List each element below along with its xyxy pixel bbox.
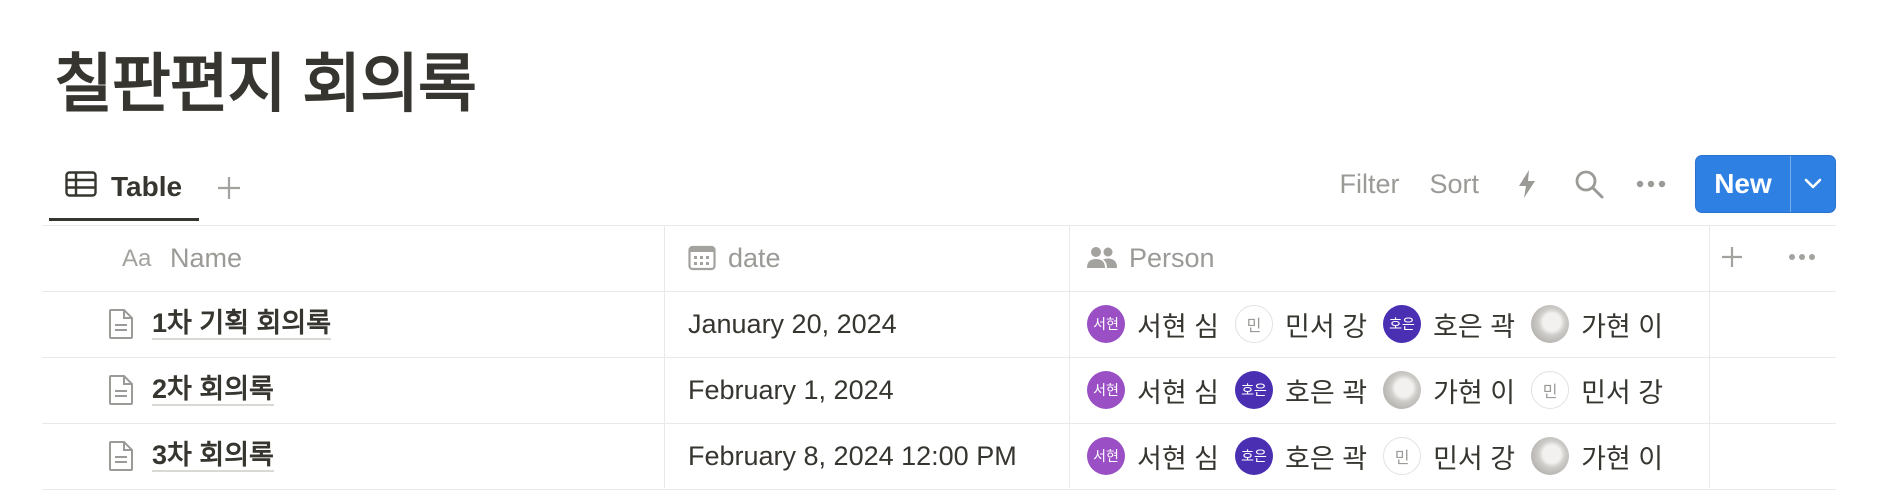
date-cell: January 20, 2024 [688,308,897,339]
person-cell[interactable]: 서현 서현 심 호은 호은 곽 민 민서 강 가현 이 [1069,423,1709,489]
person-chip: 민 민서 강 [1383,437,1515,476]
more-options-icon [1789,254,1815,260]
avatar-photo [1383,371,1422,409]
person-chip: 호은 호은 곽 [1235,371,1367,410]
column-header-name[interactable]: Aa Name [42,225,664,291]
avatar-photo [1531,305,1570,343]
person-chip: 가현 이 [1531,437,1663,476]
person-chip: 서현 서현 심 [1087,437,1219,476]
person-cell[interactable]: 서현 서현 심 호은 호은 곽 가현 이 민 민서 강 [1069,357,1709,423]
avatar: 민 [1531,371,1570,409]
table-row[interactable]: 2차 회의록 February 1, 2024 서현 서현 심 호은 호은 곽 가현… [42,357,1836,423]
plus-icon [218,177,240,199]
text-type-icon: Aa [122,246,158,270]
person-chip: 민 민서 강 [1235,305,1367,344]
name-cell: 2차 회의록 [42,357,664,423]
calendar-icon [688,245,716,271]
person-chip: 가현 이 [1383,371,1515,410]
person-chip: 민 민서 강 [1531,371,1663,410]
avatar: 호은 [1235,437,1274,475]
tab-table-label: Table [111,170,183,202]
page-link[interactable]: 2차 회의록 [152,374,274,406]
avatar: 호은 [1383,305,1422,343]
avatar: 서현 [1087,371,1125,409]
chevron-down-icon [1804,178,1822,189]
avatar: 호은 [1235,371,1274,409]
svg-text:Aa: Aa [122,246,152,270]
table-icon [65,171,97,202]
avatar-photo [1531,437,1570,475]
table-header-row: Aa Name date Person [42,225,1836,291]
person-chip: 호은 호은 곽 [1383,305,1515,344]
people-icon [1087,246,1117,270]
column-header-date[interactable]: date [664,225,1069,291]
page-document-icon [108,440,134,472]
column-header-person[interactable]: Person [1069,225,1709,291]
view-tools: Filter Sort New [1339,155,1836,213]
avatar: 서현 [1087,437,1125,475]
page-document-icon [108,374,134,406]
filter-button[interactable]: Filter [1339,169,1399,200]
date-cell: February 1, 2024 [688,374,894,405]
new-button[interactable]: New [1696,156,1790,212]
table-row[interactable]: 1차 기획 회의록 January 20, 2024 서현 서현 심 민 민서 강 … [42,291,1836,357]
table-more-options-button[interactable] [1782,239,1822,275]
person-chip: 서현 서현 심 [1087,371,1219,410]
page-document-icon [108,308,134,340]
page-link[interactable]: 3차 회의록 [152,440,274,472]
more-options-icon[interactable] [1633,166,1669,202]
tab-table[interactable]: Table [49,155,199,221]
new-dropdown-button[interactable] [1790,156,1835,212]
page-title: 칠판편지 회의록 [54,48,477,120]
view-toolbar: Table Filter Sort New [49,155,1836,225]
avatar: 서현 [1087,305,1125,343]
add-property-button[interactable] [1714,239,1750,275]
person-chip: 호은 호은 곽 [1235,437,1367,476]
automation-lightning-icon[interactable] [1509,166,1545,202]
person-chip: 서현 서현 심 [1087,305,1219,344]
search-icon[interactable] [1571,166,1607,202]
sort-button[interactable]: Sort [1429,169,1479,200]
add-view-button[interactable] [209,168,249,208]
avatar: 민 [1235,305,1274,343]
name-cell: 1차 기획 회의록 [42,291,664,357]
person-chip: 가현 이 [1531,305,1663,344]
avatar: 민 [1383,437,1422,475]
date-cell: February 8, 2024 12:00 PM [688,440,1017,471]
name-cell: 3차 회의록 [42,423,664,489]
page-link[interactable]: 1차 기획 회의록 [152,308,332,340]
table-row[interactable]: 3차 회의록 February 8, 2024 12:00 PM 서현 서현 심 … [42,423,1836,489]
new-button-group: New [1695,155,1836,213]
plus-icon [1722,247,1742,267]
person-cell[interactable]: 서현 서현 심 민 민서 강 호은 호은 곽 가현 이 [1069,291,1709,357]
